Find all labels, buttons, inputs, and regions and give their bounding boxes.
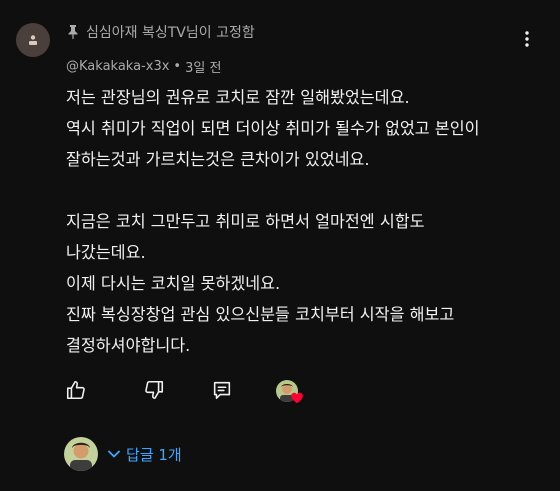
thumb-down-icon [145,380,164,400]
more-vert-icon [525,31,529,47]
pin-icon [68,25,78,39]
header-separator: • [173,59,182,74]
comment-line: 잘하는것과 가르치는것은 큰차이가 있었네요. [66,150,370,169]
pinned-label: 심심아재 복싱TV님이 고정함 [86,25,255,41]
comment-line: 결정하셔야합니다. [66,336,191,355]
comment-timestamp[interactable]: 3일 전 [185,57,221,76]
comment-line: 나갔는데요. [66,243,146,262]
replies-count-label: 답글 1개 [126,445,182,464]
dislike-button[interactable] [142,376,166,404]
pinned-indicator: 심심아재 복싱TV님이 고정함 [66,22,255,42]
commenter-avatar[interactable] [16,23,50,57]
reply-comment-icon [213,381,231,400]
comment-line [66,175,536,206]
show-replies-button[interactable]: 답글 1개 [108,444,182,465]
comment-line: 이제 다시는 코치일 못하겠네요. [66,274,281,293]
comment-author[interactable]: @Kakakaka-x3x [66,59,169,74]
comment-text: 저는 관장님의 권유로 코치로 잠깐 일해봤었는데요. 역시 취미가 직업이 되… [66,82,536,361]
default-avatar-icon [29,35,37,45]
comment-more-button[interactable] [519,28,535,50]
thumb-up-icon [66,380,85,400]
reply-author-avatar [64,437,98,471]
reply-button[interactable] [210,376,234,404]
comment-line: 진짜 복싱장창업 관심 있으신분들 코치부터 시작을 해보고 [66,305,455,324]
comment-line: 저는 관장님의 권유로 코치로 잠깐 일해봤었는데요. [66,88,410,107]
heart-icon [290,390,304,404]
creator-heart-badge [274,378,308,406]
comment-line: 지금은 코치 그만두고 취미로 하면서 얼마전엔 시합도 [66,212,425,231]
comment-line: 역시 취미가 직업이 되면 더이상 취미가 될수가 없었고 본인이 [66,119,480,138]
chevron-down-icon [108,450,120,458]
comment-header: @Kakakaka-x3x • 3일 전 [66,57,221,76]
like-button[interactable] [64,376,88,404]
replies-section: 답글 1개 [64,437,182,471]
